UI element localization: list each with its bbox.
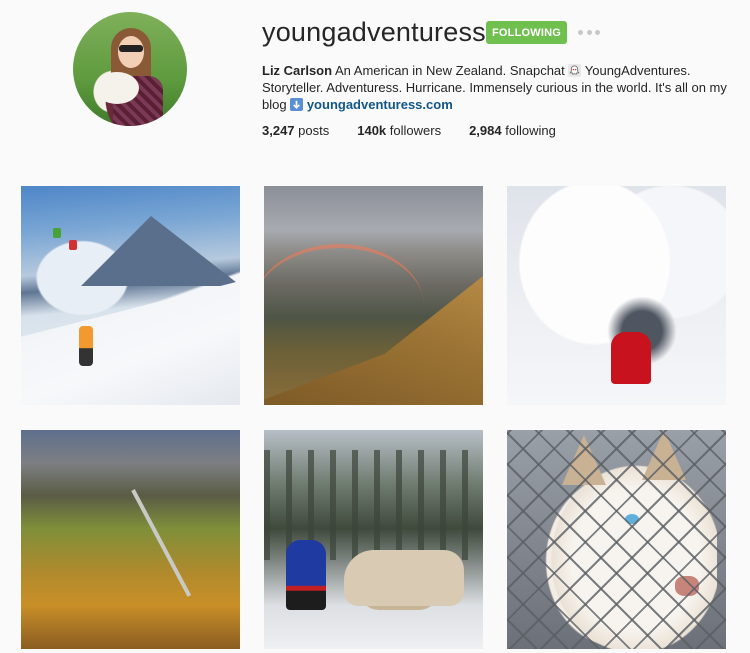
avatar-face	[118, 36, 144, 68]
following-label: following	[501, 123, 556, 138]
post-thumbnail[interactable]	[21, 430, 240, 649]
ghost-icon	[568, 64, 582, 77]
reindeer	[344, 550, 464, 606]
profile-stats: 3,247 posts 140k followers 2,984 followi…	[262, 123, 584, 138]
post-thumbnail[interactable]	[507, 430, 726, 649]
chain-link-fence	[507, 430, 726, 649]
gondola	[69, 240, 77, 250]
profile-website-link[interactable]: youngadventuress.com	[307, 97, 453, 112]
profile-username: youngadventuress	[262, 17, 486, 47]
followers-count: 140k	[357, 123, 387, 138]
avatar-lamb	[95, 72, 139, 104]
post-thumbnail[interactable]	[264, 186, 483, 405]
arrow-down-icon	[290, 98, 304, 111]
person-blue-cape	[286, 540, 326, 610]
followers-label: followers	[386, 123, 442, 138]
posts-count: 3,247	[262, 123, 295, 138]
post-thumbnail[interactable]	[507, 186, 726, 405]
following-button[interactable]: FOLLOWING	[486, 21, 567, 44]
profile-avatar[interactable]	[73, 12, 187, 126]
following-count: 2,984	[469, 123, 502, 138]
followers-stat[interactable]: 140k followers	[357, 123, 441, 138]
post-thumbnail[interactable]	[264, 430, 483, 649]
snowboarder	[79, 326, 93, 366]
valley-road	[131, 489, 192, 597]
posts-grid	[21, 186, 726, 649]
profile-bio: Liz Carlson An American in New Zealand. …	[262, 62, 732, 113]
post-thumbnail[interactable]	[21, 186, 240, 405]
snow-slope	[21, 281, 240, 405]
bio-text-intro: An American in New Zealand. Snapchat	[332, 63, 569, 78]
gondola	[53, 228, 61, 238]
ellipsis-icon[interactable]	[578, 24, 600, 40]
avatar-sunglasses	[119, 45, 143, 52]
posts-label: posts	[294, 123, 330, 138]
mountain-peak	[81, 216, 240, 286]
red-coat-person	[611, 332, 651, 384]
following-stat[interactable]: 2,984 following	[469, 123, 556, 138]
profile-full-name: Liz Carlson	[262, 63, 333, 78]
posts-stat: 3,247 posts	[262, 123, 329, 138]
